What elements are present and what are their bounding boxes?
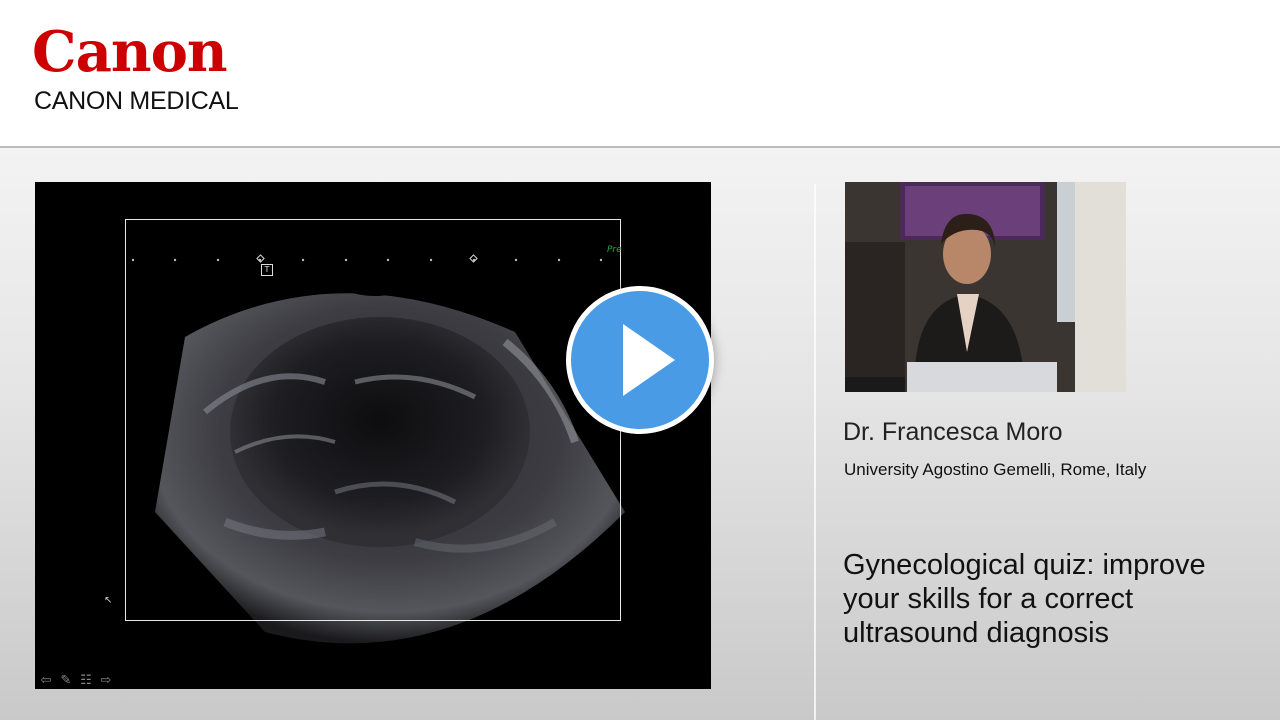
canon-logo: Canon [32, 19, 228, 85]
t-marker-icon: T [261, 264, 273, 276]
speaker-name: Dr. Francesca Moro [843, 418, 1063, 446]
slide-toolbar: ⇦ ✎ ☷ ⇨ [38, 674, 114, 688]
vertical-divider [814, 184, 816, 720]
preset-label: Pre [607, 245, 622, 255]
speaker-affiliation: University Agostino Gemelli, Rome, Italy [844, 460, 1147, 479]
play-icon [623, 324, 675, 396]
region-of-interest-box [125, 219, 621, 621]
arrow-right-icon[interactable]: ⇨ [98, 674, 114, 688]
pencil-icon[interactable]: ✎ [58, 674, 74, 688]
talk-title: Gynecological quiz: improve your skills … [843, 549, 1206, 649]
speaker-photo [845, 182, 1126, 392]
notes-icon[interactable]: ☷ [78, 674, 94, 688]
brand-subtitle: CANON MEDICAL [34, 87, 239, 115]
mouse-cursor-icon: ↖ [104, 595, 113, 606]
header-bar: Canon CANON MEDICAL [0, 0, 1280, 148]
play-button[interactable] [566, 286, 714, 434]
video-player[interactable]: Pre T ↖ ⇦ ✎ ☷ ⇨ [35, 182, 711, 689]
arrow-left-icon[interactable]: ⇦ [38, 674, 54, 688]
content-area: Pre T ↖ ⇦ ✎ ☷ ⇨ Dr. Francesca Moro Unive… [0, 148, 1280, 720]
